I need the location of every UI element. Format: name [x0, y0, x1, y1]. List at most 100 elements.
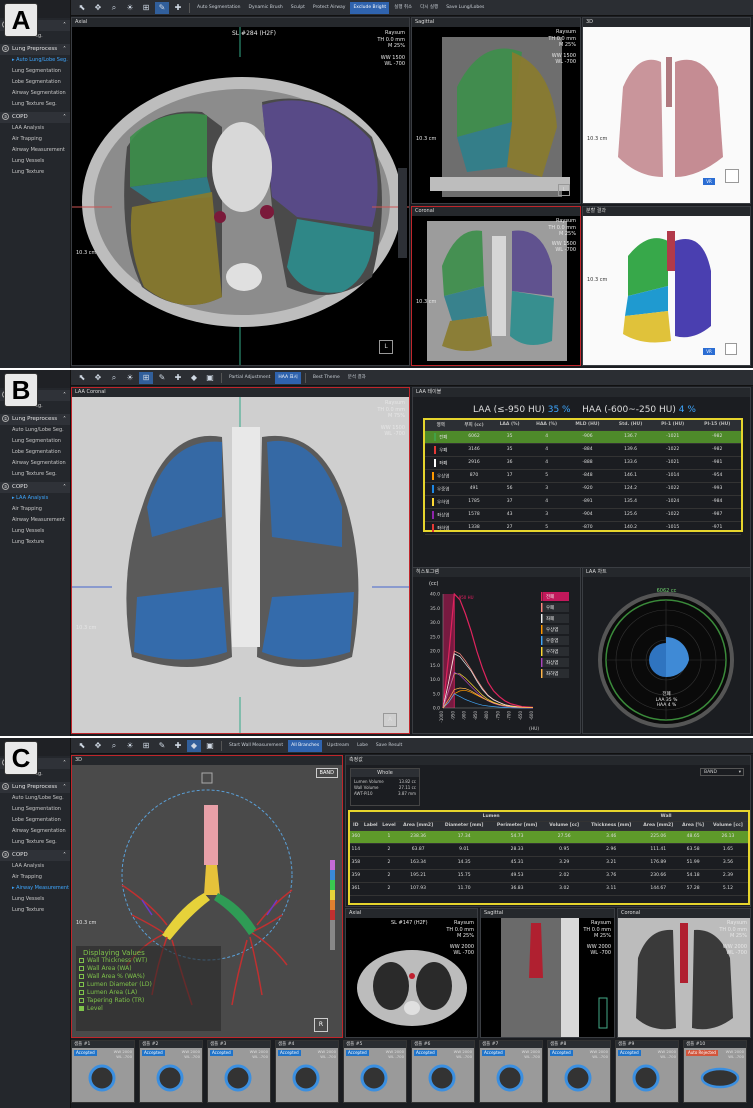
sidebar-item-lung-segmentation[interactable]: Lung Segmentation — [0, 436, 70, 447]
checkbox[interactable] — [79, 958, 84, 963]
mask-tool-icon[interactable]: ▣ — [203, 740, 217, 752]
display-option[interactable]: Level — [79, 1005, 218, 1013]
exclude-bright-button[interactable]: Exclude Bright — [350, 1, 390, 14]
checkbox[interactable] — [79, 974, 84, 979]
table-row[interactable]: 우상엽 870 17 5 -848 146.1 -1014 -954 — [425, 469, 741, 483]
display-option[interactable]: Wall Thickness (WT) — [79, 957, 218, 965]
orientation-cube[interactable]: A — [383, 713, 397, 727]
start-wall-measurement-button[interactable]: Start Wall Measurement — [226, 740, 286, 752]
lobe-result-viewport[interactable]: 분할 결과 10.3 cm VR — [582, 206, 751, 366]
layout-icon[interactable]: ⊞ — [139, 371, 153, 384]
sidebar-item-lung-texture-seg-[interactable]: Lung Texture Seg. — [0, 469, 70, 480]
display-option[interactable]: Lumen Diameter (LD) — [79, 981, 218, 989]
pointer-tool-icon[interactable]: ⬉ — [75, 740, 89, 752]
table-row[interactable]: 좌하엽 1338 27 5 -870 140.2 -1015 -971 — [425, 521, 741, 535]
sample-thumbnail[interactable]: 샘플 #6 Accepted WW 2000 WL -700 — [411, 1040, 475, 1103]
sidebar-item-lung-texture-seg-[interactable]: Lung Texture Seg. — [0, 837, 70, 848]
upstream-button[interactable]: Upstream — [324, 740, 352, 752]
table-row[interactable]: 360 1 238.36 17.34 54.73 27.56 3.46 225.06 48.65… — [350, 830, 748, 844]
band-select[interactable]: BAND ▾ — [700, 768, 744, 776]
sidebar-item-airway-measurement[interactable]: Airway Measurement — [0, 515, 70, 526]
table-row[interactable]: 우중엽 491 56 3 -920 124.2 -1022 -993 — [425, 482, 741, 496]
save-result-button[interactable]: Save Result — [373, 740, 405, 752]
3d-viewport[interactable]: 3D 10.3 cm VR — [582, 17, 751, 204]
zoom-tool-icon[interactable]: ⌕ — [107, 740, 121, 752]
coronal-viewport[interactable]: Coronal Raysum TH 0.0 mm M 25% WW 1500 W… — [411, 206, 581, 366]
brush-tool-icon[interactable]: ✎ — [155, 1, 169, 14]
orientation-cube[interactable]: R — [314, 1018, 328, 1032]
sidebar-item-lobe-segmentation[interactable]: Lobe Segmentation — [0, 447, 70, 458]
protect-airway-button[interactable]: Protect Airway — [310, 2, 349, 14]
sidebar-item-lung-texture-seg-[interactable]: Lung Texture Seg. — [0, 99, 70, 110]
axial-viewport[interactable]: Axial SL #284 (H2F) Raysum TH 0.0 mm M 2… — [71, 17, 410, 366]
dynamic-brush-button[interactable]: Dynamic Brush — [246, 2, 286, 14]
sidebar-item-laa-analysis[interactable]: LAA Analysis — [0, 123, 70, 134]
sidebar-section-lung-preprocess[interactable]: ② Lung Preprocess ˄ — [0, 414, 70, 425]
sidebar-item-airway-segmentation[interactable]: Airway Segmentation — [0, 458, 70, 469]
sidebar-section-copd[interactable]: ③ COPD ˄ — [0, 850, 70, 861]
sample-thumbnail[interactable]: 샘플 #5 Accepted WW 2000 WL -700 — [343, 1040, 407, 1103]
axial-viewport[interactable]: Axial SL #147 (H2F) Raysum TH 0.0 mm M 2… — [345, 908, 478, 1038]
sidebar-section-copd[interactable]: ③ COPD ˄ — [0, 482, 70, 493]
sidebar-item-lung-segmentation[interactable]: Lung Segmentation — [0, 66, 70, 77]
redo-button[interactable]: 다시 실행 — [417, 2, 441, 14]
checkbox[interactable] — [79, 990, 84, 995]
sidebar-section-lung-preprocess[interactable]: ② Lung Preprocess ˄ — [0, 44, 70, 55]
sidebar-item-auto-lung-lobe-seg-[interactable]: Auto Lung/Lobe Seg. — [0, 425, 70, 436]
table-row[interactable]: 전폐 6062 35 4 -906 136.7 -1021 -982 — [425, 430, 741, 444]
checkbox[interactable] — [79, 966, 84, 971]
sidebar-item-lung-texture[interactable]: Lung Texture — [0, 905, 70, 916]
display-option[interactable]: Wall Area (WA) — [79, 965, 218, 973]
layout-icon[interactable]: ⊞ — [139, 2, 153, 14]
sample-thumbnail[interactable]: 샘플 #10 Auto Rejected WW 2000 WL -700 — [683, 1040, 747, 1103]
sidebar-item-lobe-segmentation[interactable]: Lobe Segmentation — [0, 77, 70, 88]
sample-thumbnail[interactable]: 샘플 #2 Accepted WW 2000 WL -700 — [139, 1040, 203, 1103]
sidebar-item-airway-measurement[interactable]: Airway Measurement — [0, 145, 70, 156]
layout-icon[interactable]: ⊞ — [139, 740, 153, 752]
sample-thumbnail[interactable]: 샘플 #4 Accepted WW 2000 WL -700 — [275, 1040, 339, 1103]
checkbox[interactable] — [79, 998, 84, 1003]
sidebar-item-air-trapping[interactable]: Air Trapping — [0, 872, 70, 883]
window-level-icon[interactable]: ☀ — [123, 2, 137, 14]
pan-tool-icon[interactable]: ✥ — [91, 372, 105, 384]
pointer-tool-icon[interactable]: ⬉ — [75, 372, 89, 384]
sidebar-item-airway-segmentation[interactable]: Airway Segmentation — [0, 88, 70, 99]
table-row[interactable]: 좌상엽 1578 43 3 -904 125.6 -1022 -987 — [425, 508, 741, 522]
sidebar-item-lung-vessels[interactable]: Lung Vessels — [0, 156, 70, 167]
display-option[interactable]: Lumen Area (LA) — [79, 989, 218, 997]
sidebar-item-lobe-segmentation[interactable]: Lobe Segmentation — [0, 815, 70, 826]
sidebar-item-auto-lung-lobe-seg-[interactable]: ▸ Auto Lung/Lobe Seg. — [0, 55, 70, 66]
crosshair-icon[interactable]: ✚ — [171, 740, 185, 752]
undo-button[interactable]: 실행 취소 — [391, 2, 415, 14]
sculpt-button[interactable]: Sculpt — [288, 2, 308, 14]
table-row[interactable]: 358 2 163.34 14.35 45.31 3.29 3.21 176.89 51.99 3… — [350, 856, 748, 870]
checkbox[interactable] — [79, 1006, 84, 1011]
window-level-icon[interactable]: ☀ — [123, 740, 137, 752]
orientation-cube[interactable] — [725, 343, 737, 355]
theme-select[interactable]: Best Theme — [310, 372, 343, 384]
orientation-cube[interactable]: L — [558, 184, 570, 196]
sidebar-item-air-trapping[interactable]: Air Trapping — [0, 504, 70, 515]
sidebar-item-lung-vessels[interactable]: Lung Vessels — [0, 894, 70, 905]
sidebar-item-laa-analysis[interactable]: ▸ LAA Analysis — [0, 493, 70, 504]
sample-thumbnail[interactable]: 샘플 #8 Accepted WW 2000 WL -700 — [547, 1040, 611, 1103]
airway-3d-viewport[interactable]: 3D BAND 10.3 cm Displaying Values Wall T… — [71, 755, 343, 1038]
table-row[interactable]: 361 2 107.93 11.70 36.83 3.02 3.11 144.67 57.28 5… — [350, 882, 748, 896]
vr-badge[interactable]: VR — [703, 348, 715, 355]
fill-tool-icon[interactable]: ◆ — [187, 372, 201, 384]
sidebar-item-airway-segmentation[interactable]: Airway Segmentation — [0, 826, 70, 837]
orientation-cube[interactable]: L — [379, 340, 393, 354]
coronal-viewport[interactable]: Coronal Raysum TH 0.0 mm M 25% WW 2000 W… — [617, 908, 751, 1038]
all-branches-button[interactable]: All Branches — [288, 739, 323, 752]
analysis-result-button[interactable]: 분석 결과 — [345, 372, 369, 384]
fill-tool-icon[interactable]: ◆ — [187, 739, 201, 752]
crosshair-icon[interactable]: ✚ — [171, 372, 185, 384]
sidebar-item-lung-texture[interactable]: Lung Texture — [0, 537, 70, 548]
display-option[interactable]: Tapering Ratio (TR) — [79, 997, 218, 1005]
sample-thumbnail[interactable]: 샘플 #7 Accepted WW 2000 WL -700 — [479, 1040, 543, 1103]
save-lung-lobes-button[interactable]: Save Lung/Lobes — [443, 2, 487, 14]
pan-tool-icon[interactable]: ✥ — [91, 2, 105, 14]
orientation-cube[interactable] — [725, 169, 739, 183]
auto-segmentation-button[interactable]: Auto Segmentation — [194, 2, 244, 14]
laa-coronal-viewport[interactable]: LAA Coronal Raysum TH 0.0 mm M 75% WW 15… — [71, 387, 410, 734]
